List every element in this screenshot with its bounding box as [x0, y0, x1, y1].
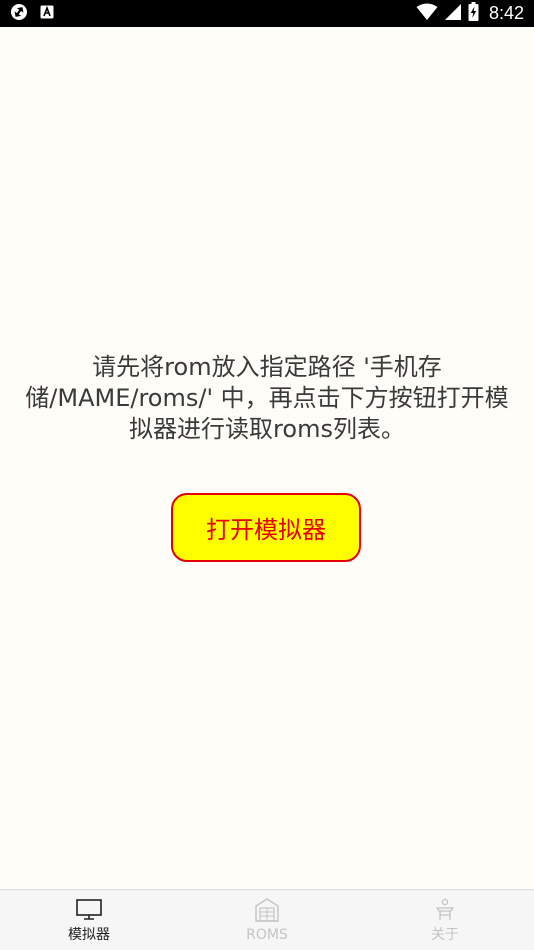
- bottom-nav: 模拟器 ROMS 关于: [0, 889, 534, 950]
- nav-label-emulator: 模拟器: [68, 927, 110, 943]
- nav-item-emulator[interactable]: 模拟器: [0, 890, 178, 950]
- monitor-icon: [74, 897, 104, 923]
- nav-item-roms[interactable]: ROMS: [178, 890, 356, 950]
- battery-charging-icon: [468, 2, 479, 25]
- status-notifications: [10, 3, 54, 25]
- nav-label-roms: ROMS: [246, 927, 288, 943]
- nav-label-about: 关于: [431, 927, 459, 943]
- status-bar: 8:42: [0, 0, 534, 27]
- instruction-text: 请先将rom放入指定路径 '手机存储/MAME/roms/' 中，再点击下方按钮…: [25, 353, 509, 443]
- wifi-icon: [416, 3, 438, 25]
- open-emulator-button[interactable]: 打开模拟器: [171, 493, 361, 562]
- sync-icon: [10, 3, 28, 25]
- status-system: 8:42: [416, 2, 524, 25]
- about-icon: [430, 897, 460, 923]
- signal-icon: [444, 3, 462, 25]
- storage-icon: [252, 897, 282, 923]
- status-clock: 8:42: [488, 3, 524, 23]
- nav-item-about[interactable]: 关于: [356, 890, 534, 950]
- app-a-icon: [40, 4, 54, 23]
